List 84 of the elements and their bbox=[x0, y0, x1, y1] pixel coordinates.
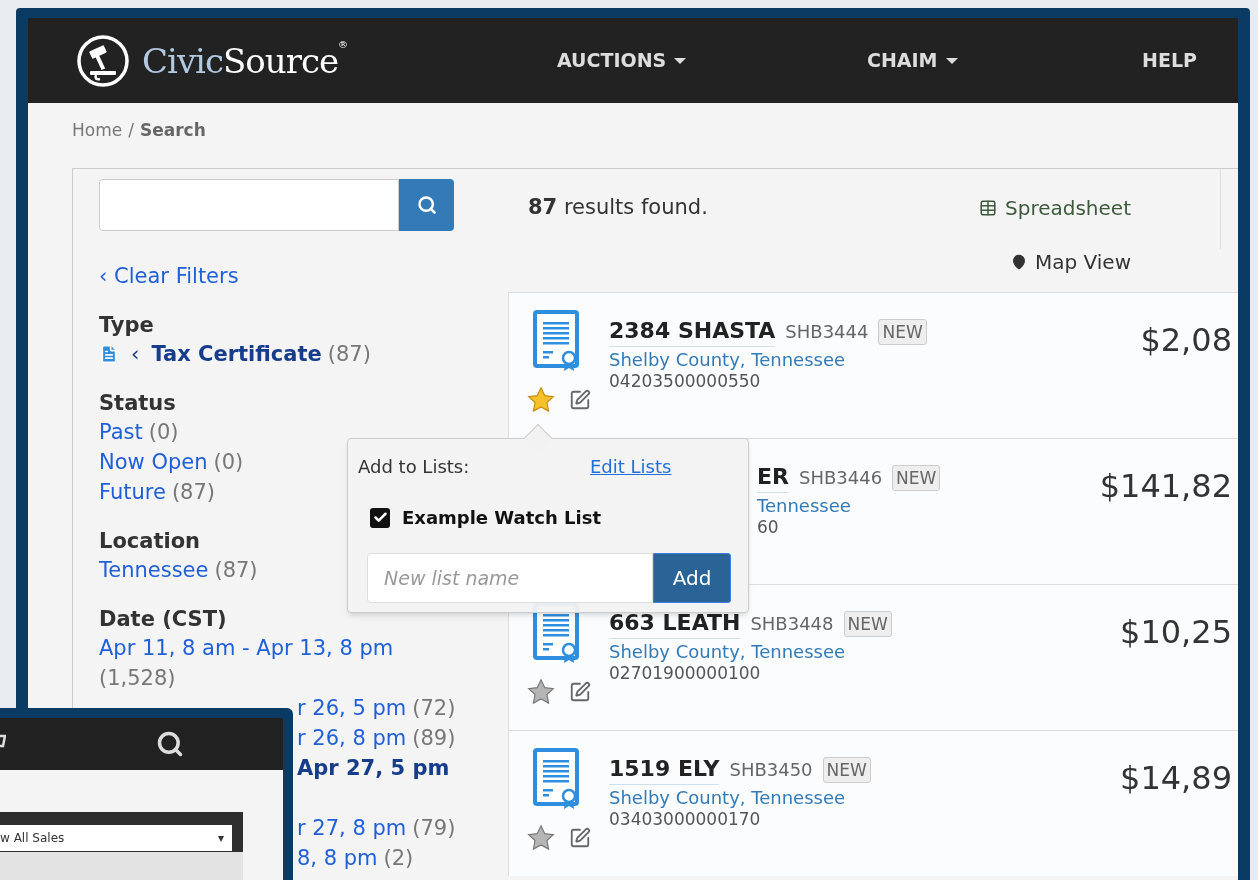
new-badge: NEW bbox=[878, 318, 927, 345]
listing-price: $10,25 bbox=[1120, 612, 1233, 653]
filter-link[interactable]: r 26, 8 pm bbox=[297, 723, 407, 753]
filter-count: (87) bbox=[214, 557, 258, 584]
parcel-number: 04203500000550 bbox=[609, 371, 762, 391]
listing-title[interactable]: 2384 SHASTA bbox=[609, 316, 776, 347]
edit-icon[interactable] bbox=[569, 681, 591, 703]
filter-link[interactable]: Apr 11, 8 am - Apr 13, 8 pm bbox=[99, 633, 394, 663]
filter-link[interactable]: Tax Certificate bbox=[151, 339, 322, 369]
edit-icon[interactable] bbox=[569, 389, 591, 411]
filter-heading: Type bbox=[99, 312, 155, 339]
filter-link[interactable]: Future bbox=[99, 477, 166, 507]
list-label: Example Watch List bbox=[402, 506, 601, 530]
gavel-logo-icon bbox=[76, 33, 130, 88]
parcel-number: 02701900000100 bbox=[609, 663, 762, 683]
filter-count: (79) bbox=[412, 815, 456, 842]
listing-price: $141,82 bbox=[1099, 466, 1233, 507]
filter-link[interactable]: Apr 27, 5 pm bbox=[297, 753, 450, 783]
location-link[interactable]: Shelby County, Tennessee bbox=[609, 641, 1121, 663]
nav-item[interactable]: CHAIM bbox=[867, 46, 1142, 75]
filter-count: (87) bbox=[171, 479, 215, 506]
table-icon bbox=[979, 199, 997, 217]
location-link[interactable]: Shelby County, Tennessee bbox=[609, 787, 1121, 809]
view-link[interactable]: Map View bbox=[1010, 247, 1131, 277]
map-pin-icon bbox=[1010, 253, 1027, 271]
star-icon[interactable] bbox=[527, 386, 555, 414]
caret-icon bbox=[674, 57, 687, 64]
results-count: 87 results found. bbox=[528, 195, 708, 219]
parcel-number: 60 bbox=[757, 517, 780, 537]
search-icon bbox=[416, 195, 437, 215]
filter-heading: Status bbox=[99, 390, 177, 417]
filter-count: (72) bbox=[412, 695, 456, 722]
view-link[interactable]: Spreadsheet bbox=[979, 193, 1131, 223]
breadcrumb-item[interactable]: Search bbox=[139, 118, 206, 168]
sales-select[interactable]: w All Sales ▾ bbox=[0, 825, 232, 851]
filter-link[interactable]: r 27, 8 pm bbox=[297, 813, 407, 843]
clear-filters-link[interactable]: ‹ Clear Filters bbox=[99, 261, 508, 291]
filter-link[interactable]: Past bbox=[99, 417, 143, 447]
edit-icon[interactable] bbox=[569, 827, 591, 849]
location-link[interactable]: Shelby County, Tennessee bbox=[609, 349, 1141, 371]
star-icon[interactable] bbox=[527, 678, 555, 706]
listing-title[interactable]: ER bbox=[757, 462, 789, 493]
listing-price: $2,08 bbox=[1140, 320, 1233, 361]
parcel-number: 03403000000170 bbox=[609, 809, 762, 829]
caret-icon bbox=[945, 57, 958, 64]
star-icon[interactable] bbox=[527, 824, 555, 852]
filter-count: (1,528) bbox=[99, 665, 176, 692]
location-link[interactable]: Tennessee bbox=[757, 495, 1100, 517]
back-chevron[interactable]: ‹ bbox=[131, 339, 140, 369]
breadcrumb-separator: / bbox=[128, 119, 134, 142]
filter-count: (0) bbox=[213, 449, 244, 476]
listing-price: $14,89 bbox=[1120, 758, 1233, 799]
nav-item[interactable]: HELP bbox=[1142, 46, 1197, 75]
filter-heading: Location bbox=[99, 528, 202, 555]
popover-title: Add to Lists: bbox=[358, 455, 471, 479]
listing-code: SHB3450 bbox=[729, 757, 813, 782]
listing-title[interactable]: 1519 ELY bbox=[609, 754, 720, 785]
new-badge: NEW bbox=[843, 610, 892, 637]
filter-count: (87) bbox=[327, 341, 371, 368]
search-icon[interactable] bbox=[156, 730, 184, 758]
edit-lists-link[interactable]: Edit Lists bbox=[590, 453, 672, 480]
filter-link[interactable]: 8, 8 pm bbox=[297, 843, 378, 873]
check-icon bbox=[372, 510, 388, 525]
listing-code: SHB3446 bbox=[798, 465, 883, 490]
logo-text[interactable]: CivicSource$^{®}$ bbox=[142, 43, 348, 78]
document-icon bbox=[99, 344, 119, 364]
listing-code: SHB3448 bbox=[750, 611, 834, 636]
checkbox[interactable] bbox=[370, 507, 390, 528]
search-field[interactable] bbox=[99, 179, 454, 231]
add-button[interactable]: Add bbox=[653, 553, 731, 603]
filter-count: (2) bbox=[383, 845, 414, 872]
search-button[interactable] bbox=[399, 179, 454, 231]
filter-count: (0) bbox=[148, 419, 179, 446]
new-badge: NEW bbox=[892, 464, 941, 491]
nav-item[interactable]: AUCTIONS bbox=[557, 46, 867, 75]
filter-link[interactable]: r 26, 5 pm bbox=[297, 693, 407, 723]
new-list-input[interactable]: New list name bbox=[367, 553, 653, 603]
filter-link[interactable]: Tennessee bbox=[99, 555, 209, 585]
filter-link[interactable]: Now Open bbox=[99, 447, 208, 477]
breadcrumb-item[interactable]: Home bbox=[72, 118, 123, 168]
filter-count: (89) bbox=[412, 725, 456, 752]
listing-code: SHB3444 bbox=[785, 319, 869, 344]
filter-heading: Date (CST) bbox=[99, 606, 228, 633]
new-badge: NEW bbox=[822, 756, 871, 783]
